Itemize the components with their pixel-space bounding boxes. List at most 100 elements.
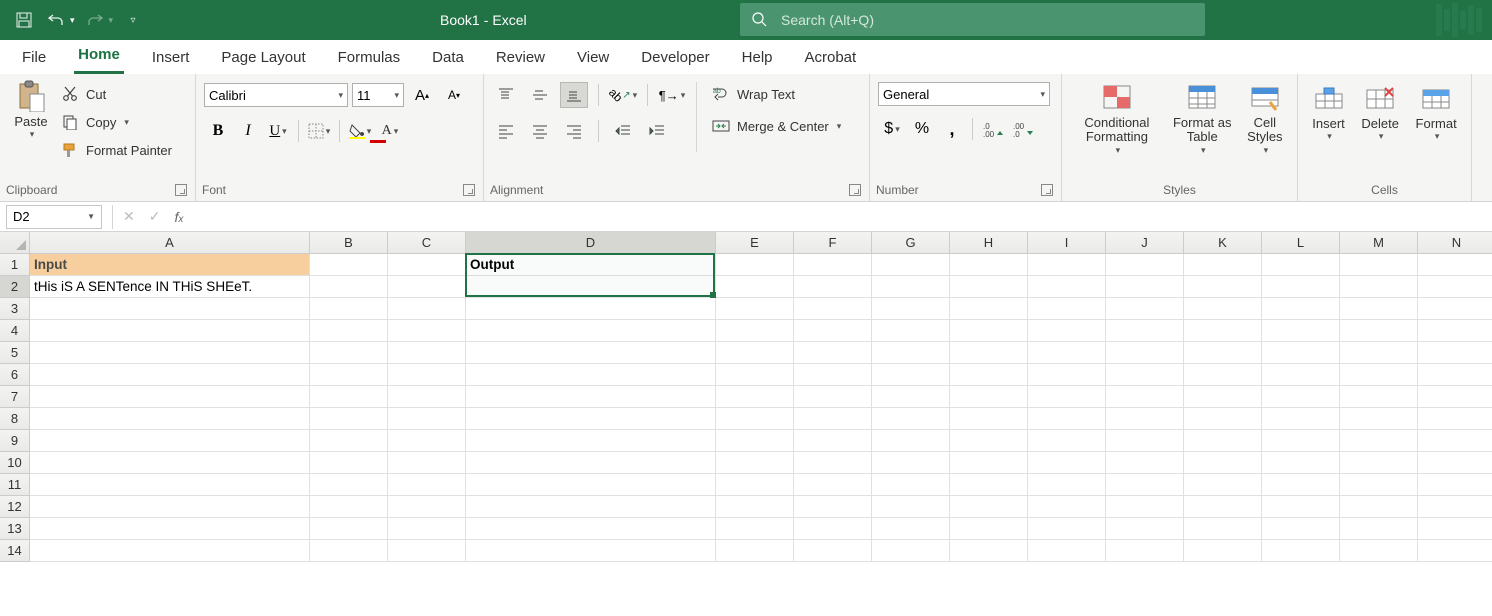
increase-font-icon[interactable]: A▴ [408, 82, 436, 108]
dialog-launcher-icon[interactable] [1041, 184, 1053, 196]
ltr-button[interactable]: ¶→▾ [658, 82, 686, 108]
tab-data[interactable]: Data [428, 43, 468, 74]
cell[interactable] [950, 342, 1028, 364]
cell[interactable] [794, 540, 872, 562]
cell[interactable] [1184, 496, 1262, 518]
cell[interactable] [1106, 430, 1184, 452]
cell[interactable] [388, 364, 466, 386]
tab-view[interactable]: View [573, 43, 613, 74]
row-header[interactable]: 3 [0, 298, 30, 320]
cell[interactable] [1028, 298, 1106, 320]
cell[interactable] [310, 298, 388, 320]
borders-button[interactable]: ▾ [305, 118, 333, 144]
cell[interactable] [716, 386, 794, 408]
cell[interactable] [466, 540, 716, 562]
cell[interactable] [872, 298, 950, 320]
cell[interactable] [1262, 386, 1340, 408]
align-middle-icon[interactable] [526, 82, 554, 108]
column-header[interactable]: D [466, 232, 716, 254]
cell[interactable]: Input [30, 254, 310, 276]
cell[interactable] [310, 496, 388, 518]
cell[interactable] [950, 320, 1028, 342]
cell[interactable] [466, 474, 716, 496]
row-header[interactable]: 12 [0, 496, 30, 518]
format-cells-button[interactable]: Format▾ [1410, 80, 1463, 144]
delete-cells-button[interactable]: Delete▾ [1355, 80, 1405, 144]
cell[interactable] [1028, 342, 1106, 364]
cell[interactable] [1418, 386, 1492, 408]
cell[interactable] [794, 320, 872, 342]
cell[interactable] [310, 430, 388, 452]
undo-icon[interactable] [44, 8, 68, 32]
cell[interactable] [872, 518, 950, 540]
cell[interactable] [1106, 276, 1184, 298]
column-header[interactable]: L [1262, 232, 1340, 254]
row-header[interactable]: 6 [0, 364, 30, 386]
row-header[interactable]: 10 [0, 452, 30, 474]
font-name-select[interactable]: Calibri▾ [204, 83, 348, 107]
cell[interactable] [716, 540, 794, 562]
column-header[interactable]: A [30, 232, 310, 254]
cell[interactable] [794, 496, 872, 518]
row-header[interactable]: 5 [0, 342, 30, 364]
cell[interactable] [1028, 496, 1106, 518]
cell[interactable] [1106, 474, 1184, 496]
cell[interactable] [1028, 254, 1106, 276]
cell[interactable] [30, 452, 310, 474]
dialog-launcher-icon[interactable] [463, 184, 475, 196]
cell[interactable] [1340, 540, 1418, 562]
cell[interactable] [1418, 254, 1492, 276]
cell[interactable] [310, 386, 388, 408]
cell[interactable] [794, 364, 872, 386]
cell[interactable] [716, 474, 794, 496]
cell[interactable] [1028, 386, 1106, 408]
align-top-icon[interactable] [492, 82, 520, 108]
cell[interactable] [1106, 496, 1184, 518]
cell[interactable] [1028, 364, 1106, 386]
row-header[interactable]: 11 [0, 474, 30, 496]
cell[interactable] [310, 320, 388, 342]
cell[interactable] [1262, 408, 1340, 430]
cell[interactable] [950, 540, 1028, 562]
row-header[interactable]: 7 [0, 386, 30, 408]
cell[interactable] [466, 518, 716, 540]
cell[interactable] [310, 254, 388, 276]
row-header[interactable]: 14 [0, 540, 30, 562]
cell[interactable] [1262, 320, 1340, 342]
merge-center-button[interactable]: Merge & Center ▾ [707, 114, 845, 138]
cell[interactable] [1262, 342, 1340, 364]
cell[interactable] [872, 496, 950, 518]
percent-button[interactable]: % [908, 116, 936, 142]
cell[interactable] [1340, 474, 1418, 496]
cell[interactable] [1028, 320, 1106, 342]
cell[interactable] [794, 452, 872, 474]
cell[interactable] [950, 496, 1028, 518]
cell[interactable] [388, 386, 466, 408]
cell[interactable] [30, 518, 310, 540]
cell[interactable] [1418, 430, 1492, 452]
cell[interactable] [30, 540, 310, 562]
decrease-indent-icon[interactable] [609, 118, 637, 144]
cell[interactable] [872, 276, 950, 298]
cell[interactable] [1106, 452, 1184, 474]
row-header[interactable]: 2 [0, 276, 30, 298]
italic-button[interactable]: I [234, 118, 262, 144]
cell[interactable] [872, 342, 950, 364]
column-header[interactable]: J [1106, 232, 1184, 254]
cell[interactable] [1184, 474, 1262, 496]
cell[interactable] [1184, 342, 1262, 364]
row-header[interactable]: 9 [0, 430, 30, 452]
row-header[interactable]: 4 [0, 320, 30, 342]
cell[interactable] [1340, 496, 1418, 518]
cell[interactable] [1106, 540, 1184, 562]
cell[interactable] [794, 342, 872, 364]
cell-styles-button[interactable]: Cell Styles▾ [1239, 80, 1291, 158]
cell[interactable] [310, 364, 388, 386]
tab-home[interactable]: Home [74, 40, 124, 74]
cell[interactable] [388, 452, 466, 474]
cell[interactable] [1262, 298, 1340, 320]
cell[interactable] [872, 386, 950, 408]
cell[interactable] [1106, 364, 1184, 386]
cell[interactable] [716, 496, 794, 518]
cell[interactable] [1418, 298, 1492, 320]
